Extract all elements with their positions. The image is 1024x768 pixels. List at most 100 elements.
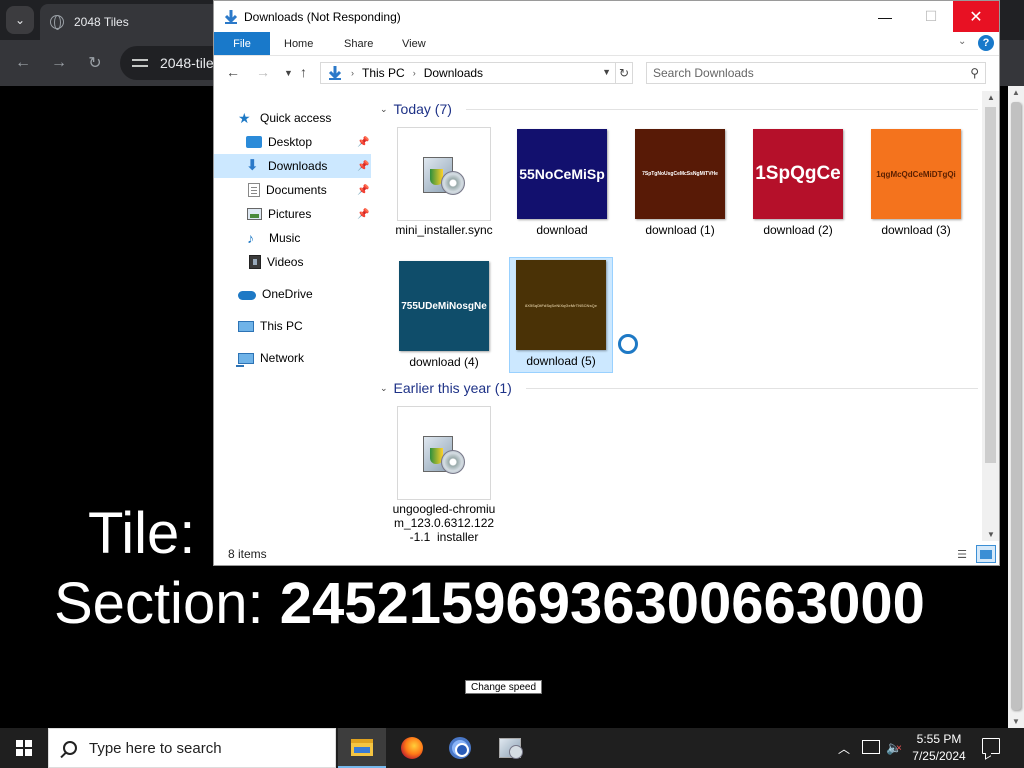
refresh-icon[interactable]: ↻ xyxy=(616,62,633,84)
download-arrow-icon: ⬇ xyxy=(246,157,259,174)
close-button[interactable]: ✕ xyxy=(953,1,999,32)
page-scrollbar[interactable]: ▲ ▼ xyxy=(1008,86,1024,728)
title-bar[interactable]: Downloads (Not Responding) — ☐ ✕ xyxy=(214,1,999,32)
clock-time: 5:55 PM xyxy=(916,732,962,746)
scroll-down-icon[interactable]: ▼ xyxy=(987,530,995,539)
tab-search-button[interactable]: ⌄ xyxy=(6,6,34,34)
scroll-up-icon[interactable]: ▲ xyxy=(987,93,995,102)
tab-title: 2048 Tiles xyxy=(74,15,129,29)
file-item-download-5[interactable]: 8X5SqDtFdSqSeNiXqGeMrTNSCNsQe download (… xyxy=(509,257,613,373)
close-icon: ✕ xyxy=(969,8,983,26)
minimize-button[interactable]: — xyxy=(862,1,908,32)
file-item-ungoogled-chromium[interactable]: ungoogled-chromium_123.0.6312.122-1.1_in… xyxy=(392,405,496,541)
image-thumbnail: 7SpTgNoUsgCeMcSsNgMiTVHe xyxy=(635,129,725,219)
chevron-up-icon[interactable]: ︿ xyxy=(838,740,850,757)
file-item-download-1[interactable]: 7SpTgNoUsgCeMcSsNgMiTVHe download (1) xyxy=(628,126,732,242)
clock-date: 7/25/2024 xyxy=(912,749,966,763)
sidebar-item-label: Desktop xyxy=(268,135,313,149)
file-name: ungoogled-chromium_123.0.6312.122-1.1_in… xyxy=(392,502,496,541)
file-item-mini-installer[interactable]: mini_installer.sync xyxy=(392,126,496,242)
sidebar-item-pictures[interactable]: Pictures 📌 xyxy=(214,202,371,226)
explorer-address-bar[interactable]: › This PC › Downloads ▼ xyxy=(320,62,616,84)
site-info-icon[interactable] xyxy=(132,57,148,69)
sidebar-item-quick-access[interactable]: ★ Quick access xyxy=(238,106,368,130)
taskbar-firefox[interactable] xyxy=(388,728,436,768)
reload-icon[interactable]: ↻ xyxy=(84,52,106,74)
sidebar-item-onedrive[interactable]: OneDrive xyxy=(238,282,368,306)
expand-ribbon-icon[interactable]: ⌄ xyxy=(958,36,966,47)
details-view-icon[interactable]: ☰ xyxy=(954,546,970,562)
group-divider xyxy=(466,109,978,110)
section-label: Section: xyxy=(54,571,264,636)
file-item-download-2[interactable]: 1SpQgCe download (2) xyxy=(746,126,850,242)
file-explorer-window: Downloads (Not Responding) — ☐ ✕ File Ho… xyxy=(213,0,1000,566)
forward-arrow-icon[interactable]: → xyxy=(48,52,70,74)
large-icons-view-icon[interactable] xyxy=(976,545,996,563)
taskbar-search-input[interactable]: Type here to search xyxy=(48,728,336,768)
tab-view[interactable]: View xyxy=(388,32,440,55)
scroll-thumb[interactable] xyxy=(1011,102,1021,710)
taskbar-file-explorer[interactable] xyxy=(338,728,386,768)
sidebar-item-label: Downloads xyxy=(268,159,328,173)
volume-muted-icon[interactable]: 🔈 xyxy=(886,740,902,756)
setup-package-icon xyxy=(421,149,467,199)
computer-icon xyxy=(238,320,254,332)
back-arrow-icon[interactable]: ← xyxy=(226,64,240,80)
tab-share[interactable]: Share xyxy=(330,32,387,55)
forward-arrow-icon[interactable]: → xyxy=(256,64,270,80)
music-note-icon: ♪ xyxy=(247,230,254,246)
file-name: download (4) xyxy=(409,355,479,369)
group-header-earlier[interactable]: ⌄ Earlier this year (1) xyxy=(380,378,512,398)
tab-file[interactable]: File xyxy=(214,32,270,55)
sidebar-item-this-pc[interactable]: This PC xyxy=(238,314,368,338)
installer-icon xyxy=(397,406,491,500)
network-icon[interactable] xyxy=(862,740,880,754)
taskbar-chromium[interactable] xyxy=(436,728,484,768)
file-name: download (2) xyxy=(763,223,833,237)
help-icon[interactable]: ? xyxy=(978,35,994,51)
folder-icon xyxy=(351,738,373,756)
file-name: download (5) xyxy=(526,354,596,368)
scroll-up-icon[interactable]: ▲ xyxy=(1012,88,1020,97)
chevron-right-icon: › xyxy=(351,68,354,78)
search-input[interactable]: Search Downloads ⚲ xyxy=(646,62,986,84)
file-name: download xyxy=(536,223,588,237)
tab-home[interactable]: Home xyxy=(270,32,327,55)
file-list-scrollbar[interactable]: ▲ ▼ xyxy=(982,91,999,541)
file-item-download[interactable]: 55NoCeMiSp download xyxy=(510,126,614,242)
back-arrow-icon[interactable]: ← xyxy=(12,52,34,74)
sidebar-item-desktop[interactable]: Desktop 📌 xyxy=(214,130,371,154)
maximize-button[interactable]: ☐ xyxy=(908,1,954,32)
scroll-thumb[interactable] xyxy=(985,107,996,463)
file-item-download-3[interactable]: 1qgMcQdCeMiDTgQi download (3) xyxy=(864,126,968,242)
file-item-download-4[interactable]: 755UDeMiNosgNe download (4) xyxy=(392,258,496,374)
address-text: 2048-tiles xyxy=(160,55,221,71)
group-header-today[interactable]: ⌄ Today (7) xyxy=(380,99,452,119)
sidebar-item-downloads[interactable]: ⬇ Downloads 📌 xyxy=(214,154,371,178)
scroll-down-icon[interactable]: ▼ xyxy=(1012,717,1020,726)
sidebar-item-music[interactable]: ♪ Music xyxy=(214,226,371,250)
change-speed-button[interactable]: Change speed xyxy=(465,680,542,694)
windows-logo-icon xyxy=(16,740,32,756)
sidebar-item-documents[interactable]: Documents 📌 xyxy=(214,178,371,202)
sidebar-item-videos[interactable]: Videos xyxy=(214,250,371,274)
desktop-icon xyxy=(246,136,262,148)
breadcrumb-downloads[interactable]: Downloads xyxy=(424,66,483,80)
tab-2048-tiles[interactable]: 2048 Tiles xyxy=(40,4,220,40)
up-arrow-icon[interactable]: ↑ xyxy=(300,64,307,80)
pin-icon: 📌 xyxy=(357,160,370,172)
file-name: download (3) xyxy=(881,223,951,237)
item-count: 8 items xyxy=(228,547,267,561)
sidebar-item-label: Music xyxy=(269,231,301,245)
sidebar-item-network[interactable]: Network xyxy=(236,346,368,370)
notification-icon[interactable] xyxy=(982,738,1000,754)
chevron-down-icon: ⌄ xyxy=(380,103,388,114)
firefox-icon xyxy=(401,737,423,759)
chevron-down-icon[interactable]: ▼ xyxy=(602,67,611,77)
start-button[interactable] xyxy=(0,728,48,768)
image-thumbnail: 755UDeMiNosgNe xyxy=(399,261,489,351)
taskbar-installer[interactable] xyxy=(486,728,534,768)
recent-locations-icon[interactable]: ▼ xyxy=(284,68,293,78)
breadcrumb-this-pc[interactable]: This PC xyxy=(362,66,405,80)
clock[interactable]: 5:55 PM 7/25/2024 xyxy=(904,731,974,765)
